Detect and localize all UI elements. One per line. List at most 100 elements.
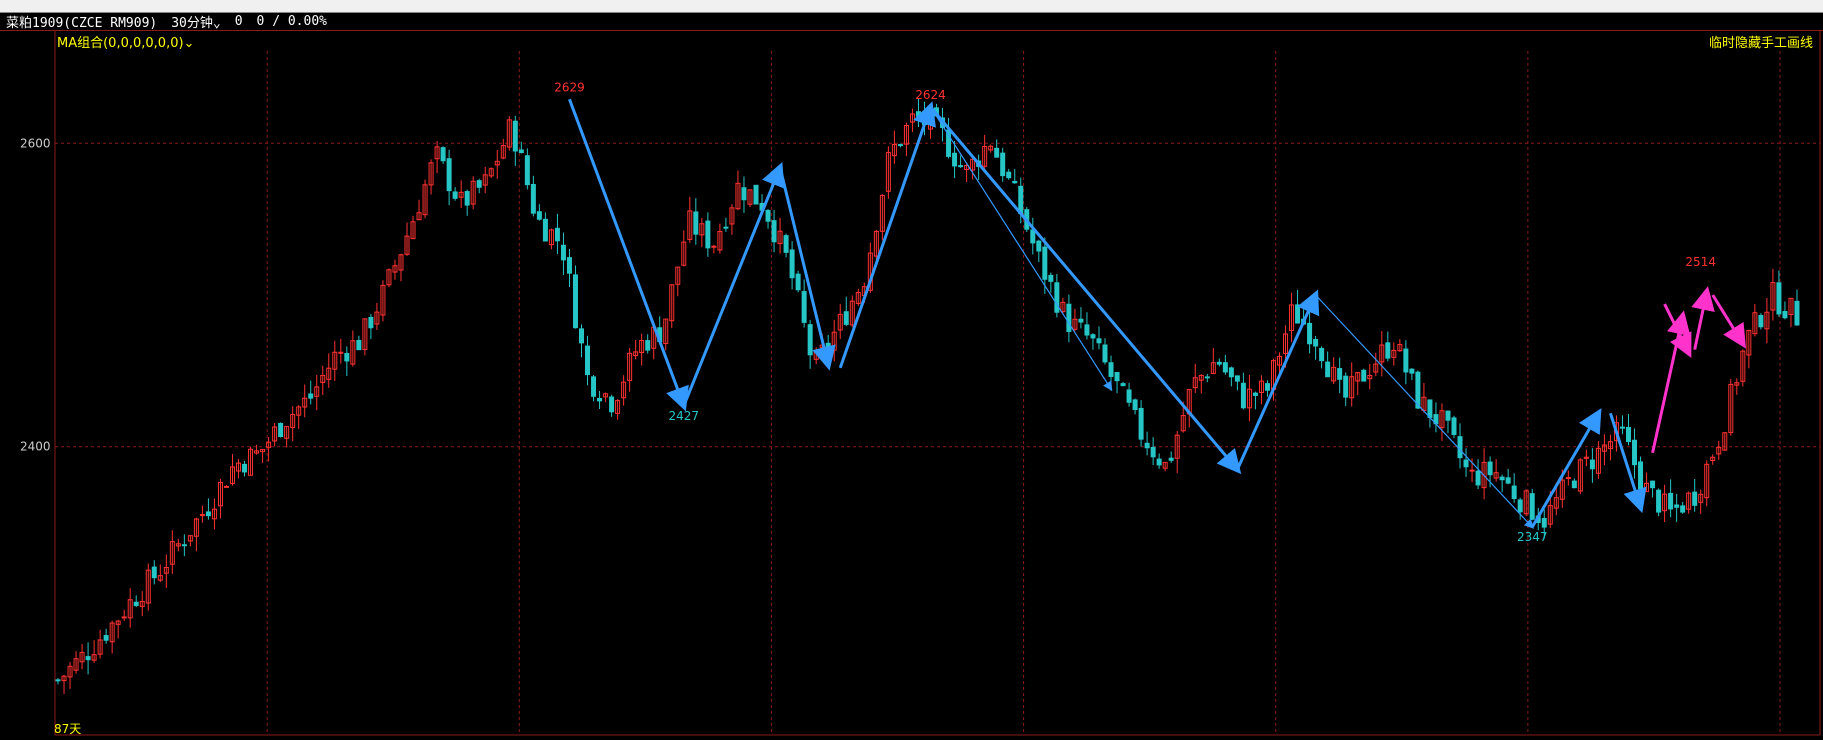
candle-body <box>338 351 344 354</box>
candle-body <box>1084 324 1090 336</box>
trend-arrow <box>838 101 936 369</box>
candle-body <box>1499 476 1505 481</box>
candle-body <box>1295 304 1301 324</box>
candle-body <box>1036 240 1042 252</box>
candle-body <box>1325 361 1331 378</box>
candle-body <box>1427 399 1433 418</box>
candle-body <box>1216 361 1222 365</box>
chevron-down-icon[interactable]: ⌄ <box>184 36 195 51</box>
candle-body <box>1240 382 1246 409</box>
ma-combo-label[interactable]: MA组合(0,0,0,0,0,0)⌄ <box>57 32 194 51</box>
candle-body <box>915 111 921 117</box>
trend-arrow <box>1315 294 1534 529</box>
candle-body <box>1108 362 1114 377</box>
candle-body <box>753 184 759 205</box>
candle-body <box>1252 392 1258 396</box>
candle-body <box>597 397 603 402</box>
candle-body <box>308 393 314 399</box>
ma-combo-text[interactable]: MA组合(0,0,0,0,0,0) <box>57 36 184 51</box>
candle-body <box>181 544 187 547</box>
extreme-label: 2347 <box>1517 530 1548 544</box>
candle-body <box>1006 171 1012 179</box>
candle-body <box>579 328 584 344</box>
candle-body <box>1565 477 1571 480</box>
candle-body <box>1650 480 1656 489</box>
candle-body <box>1000 152 1006 177</box>
candle-body <box>952 152 958 167</box>
candle-body <box>344 352 350 362</box>
candle-body <box>1307 322 1313 345</box>
trend-arrow <box>778 167 836 371</box>
candle-body <box>1090 334 1096 339</box>
candle-body <box>1638 461 1644 490</box>
candle-body <box>1066 303 1072 332</box>
candle-body <box>585 345 591 376</box>
candle-body <box>1529 493 1535 520</box>
candle-body <box>278 423 284 438</box>
candle-body <box>1018 185 1024 215</box>
candle-body <box>771 220 777 243</box>
candle-body <box>1385 342 1391 359</box>
candle-body <box>103 635 109 641</box>
candle-body <box>1264 383 1270 391</box>
candle-body <box>1776 282 1782 315</box>
trend-arrow <box>1530 408 1602 528</box>
candle-body <box>1475 470 1481 486</box>
candle-body <box>1042 246 1048 280</box>
candle-body <box>1626 427 1631 443</box>
candle-body <box>1150 446 1156 458</box>
candle-body <box>133 601 139 607</box>
candle-body <box>1234 375 1240 382</box>
candle-body <box>741 187 747 201</box>
candle-body <box>1126 389 1132 403</box>
candle-body <box>1589 459 1595 470</box>
trend-arrow-pink <box>1651 310 1691 454</box>
candle-body <box>1692 491 1698 506</box>
candle-body <box>542 218 548 242</box>
candle-body <box>958 165 964 168</box>
candle-body <box>446 158 452 192</box>
candle-body <box>530 183 536 214</box>
candle-body <box>1030 229 1036 244</box>
candle-body <box>1138 407 1144 440</box>
candle-body <box>1758 314 1764 328</box>
candle-body <box>1168 457 1174 461</box>
trend-arrow <box>929 105 1242 475</box>
candle-body <box>85 656 91 661</box>
candle-body <box>1114 371 1120 382</box>
candle-body <box>1228 367 1234 378</box>
candle-body <box>1156 458 1162 466</box>
candle-body <box>1078 318 1084 323</box>
candle-body <box>1656 489 1662 513</box>
candle-body <box>1102 344 1108 363</box>
candle-body <box>1445 410 1451 421</box>
candle-body <box>242 463 248 473</box>
candle-body <box>1337 368 1343 380</box>
candle-body <box>1517 499 1523 513</box>
candle-body <box>55 679 61 682</box>
candle-body <box>1222 362 1228 373</box>
hide-drawings-toggle[interactable]: 临时隐藏手工画线 <box>1709 32 1813 51</box>
candle-body <box>1541 517 1547 528</box>
candle-body <box>536 211 542 220</box>
candle-body <box>1668 492 1674 510</box>
candle-body <box>476 180 482 188</box>
candlestick-chart[interactable]: 2400 2600 2629 2427 2624 2347 2514 <box>0 0 1823 739</box>
candle-body <box>572 274 578 329</box>
extreme-label: 2629 <box>554 80 585 94</box>
candle-body <box>1487 461 1493 476</box>
extreme-label: 2514 <box>1685 255 1716 269</box>
candle-body <box>609 396 615 413</box>
candle-body <box>1511 485 1517 499</box>
candle-body <box>554 227 560 242</box>
candle-body <box>1012 180 1018 184</box>
candle-body <box>205 511 211 517</box>
candle-body <box>1451 417 1457 435</box>
candle-body <box>512 120 518 152</box>
candle-body <box>1403 348 1409 373</box>
candle-body <box>1132 399 1138 411</box>
candle-body <box>1096 338 1102 344</box>
candle-body <box>711 245 717 248</box>
candle-body <box>1619 426 1625 429</box>
y-tick-label: 2600 <box>20 136 51 150</box>
